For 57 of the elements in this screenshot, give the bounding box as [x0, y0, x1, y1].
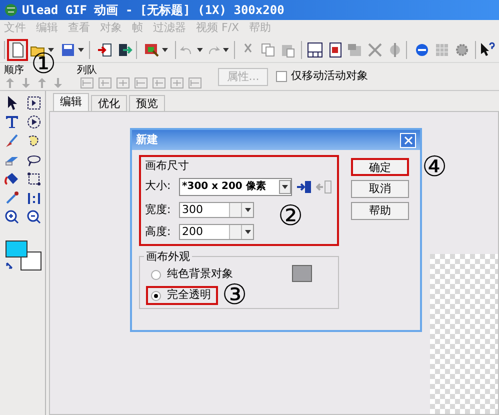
caret-icon[interactable] — [223, 48, 230, 52]
group-label: 画布尺寸 — [145, 158, 190, 174]
caret-icon[interactable] — [197, 48, 204, 52]
copy-icon[interactable] — [260, 42, 276, 58]
step-number: ① — [31, 51, 56, 76]
crop-icon[interactable] — [26, 171, 42, 187]
order-label: 顺序 — [4, 64, 24, 76]
frame-grid-icon[interactable] — [307, 42, 324, 58]
step-number: ② — [278, 203, 303, 229]
dialog-button[interactable]: 取消 — [351, 180, 409, 198]
actual-size-icon[interactable] — [26, 190, 42, 206]
caret-icon[interactable] — [78, 48, 84, 52]
help-pointer-icon[interactable] — [478, 42, 495, 58]
text-tool-icon[interactable] — [4, 114, 20, 130]
step-number: ③ — [222, 282, 247, 308]
dimension-label: 宽度: — [145, 202, 172, 218]
size-label: 大小: — [145, 178, 172, 194]
dialog-button[interactable]: 确定 — [351, 158, 409, 176]
close-icon — [404, 136, 412, 144]
tab[interactable]: 编辑 — [53, 93, 89, 111]
caret-icon[interactable] — [282, 184, 288, 188]
tab[interactable]: 预览 — [129, 95, 165, 111]
zoom-in-icon[interactable] — [4, 209, 20, 225]
dialog-title: 新建 — [136, 132, 158, 148]
eyedropper-icon[interactable] — [4, 190, 20, 206]
window-title: Ulead GIF 动画 - [无标题] (1X) 300x200 — [22, 2, 284, 19]
import-icon[interactable] — [97, 42, 114, 58]
save-icon[interactable] — [60, 42, 76, 58]
add-preset-icon[interactable] — [296, 180, 312, 194]
export-icon[interactable] — [117, 42, 134, 58]
play-select-icon[interactable] — [26, 114, 42, 130]
radio-option[interactable]: 纯色背景对象 — [146, 265, 240, 284]
caret-icon[interactable] — [244, 230, 250, 234]
zoom-out-icon[interactable] — [26, 209, 42, 225]
new-file-icon — [10, 42, 25, 58]
step-number: ④ — [422, 154, 447, 180]
caret-icon[interactable] — [244, 208, 250, 212]
dimension-label: 高度: — [145, 224, 172, 240]
brush-icon[interactable] — [4, 133, 20, 149]
selection-icon[interactable] — [26, 95, 42, 111]
caret-icon[interactable] — [162, 48, 168, 52]
paint-bucket-icon[interactable] — [4, 171, 20, 187]
new-file-button[interactable] — [6, 38, 28, 60]
size-dropdown[interactable]: *300 x 200 像素 — [179, 178, 292, 196]
move-active-checkbox[interactable] — [276, 71, 287, 82]
tab[interactable]: 优化 — [91, 95, 127, 111]
caret-icon[interactable] — [48, 48, 54, 52]
color-swatch[interactable] — [292, 265, 312, 282]
dimension-field[interactable]: 200 — [179, 224, 254, 240]
framed-square-icon[interactable] — [327, 42, 344, 58]
dialog-button[interactable]: 帮助 — [351, 202, 409, 220]
image-editor-icon[interactable] — [144, 42, 160, 58]
radio-option[interactable]: 完全透明 — [146, 286, 218, 305]
queue-label: 列队 — [77, 64, 97, 76]
dimension-field[interactable]: 300 — [179, 202, 254, 218]
checkbox-label: 仅移动活动对象 — [291, 68, 368, 84]
close-button[interactable] — [400, 132, 416, 148]
